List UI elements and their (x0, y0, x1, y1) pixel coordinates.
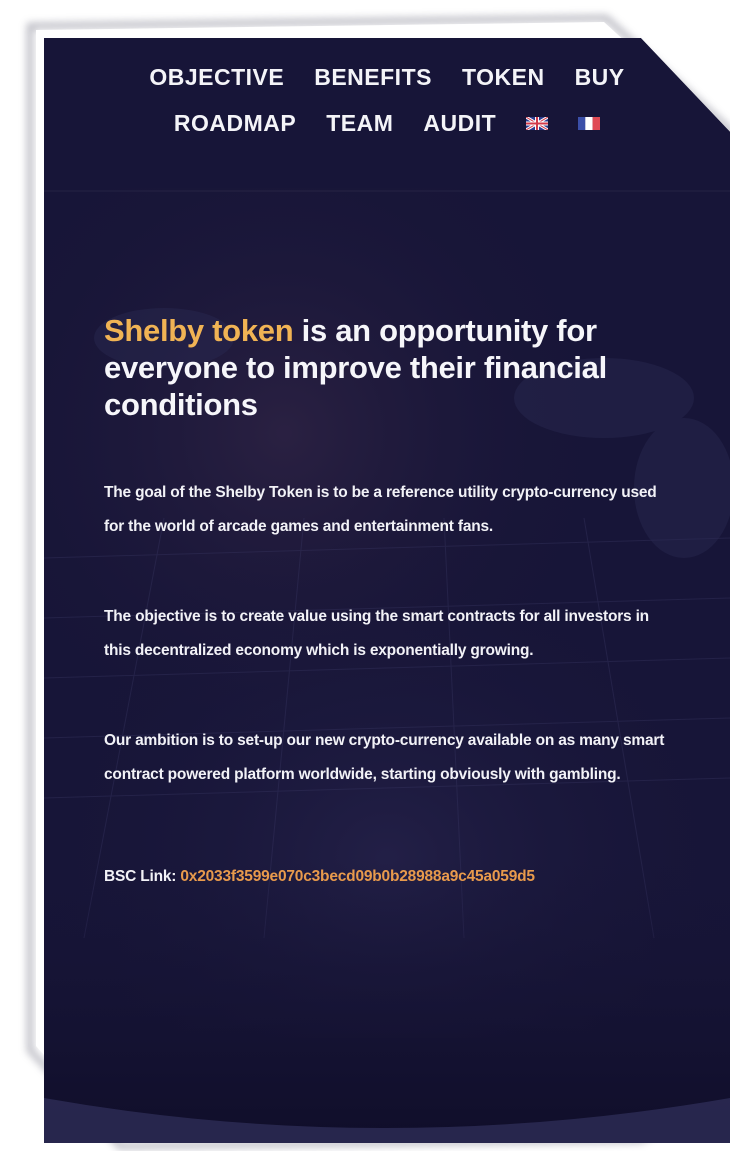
uk-flag-icon[interactable] (526, 117, 549, 130)
hero-panel: OBJECTIVE BENEFITS TOKEN BUY ROADMAP TEA… (44, 38, 730, 1143)
nav-item-benefits[interactable]: BENEFITS (314, 64, 432, 91)
bsc-link-line: BSC Link: 0x2033f3599e070c3becd09b0b2898… (104, 860, 704, 894)
nav-row-primary: OBJECTIVE BENEFITS TOKEN BUY (44, 64, 730, 91)
main-navigation: OBJECTIVE BENEFITS TOKEN BUY ROADMAP TEA… (44, 64, 730, 190)
paragraph-ambition: Our ambition is to set-up our new crypto… (104, 732, 665, 783)
france-flag-icon[interactable] (578, 117, 601, 130)
nav-item-audit[interactable]: AUDIT (423, 110, 496, 137)
arcade-background-image (44, 38, 730, 1143)
nav-item-buy[interactable]: BUY (575, 64, 625, 91)
nav-item-team[interactable]: TEAM (326, 110, 393, 137)
paragraph-goal: The goal of the Shelby Token is to be a … (104, 484, 657, 535)
nav-row-secondary: ROADMAP TEAM AUDIT (44, 110, 730, 137)
nav-item-objective[interactable]: OBJECTIVE (149, 64, 284, 91)
nav-item-roadmap[interactable]: ROADMAP (174, 110, 296, 137)
header-divider (44, 190, 730, 192)
bsc-link-label: BSC Link: (104, 868, 181, 885)
bsc-contract-address-link[interactable]: 0x2033f3599e070c3becd09b0b28988a9c45a059… (180, 868, 535, 885)
hero-headline: Shelby token is an opportunity for every… (104, 312, 674, 423)
headline-accent: Shelby token (104, 313, 294, 348)
paragraph-objective: The objective is to create value using t… (104, 608, 649, 659)
screenshot-frame: OBJECTIVE BENEFITS TOKEN BUY ROADMAP TEA… (0, 0, 730, 1151)
nav-item-token[interactable]: TOKEN (462, 64, 545, 91)
